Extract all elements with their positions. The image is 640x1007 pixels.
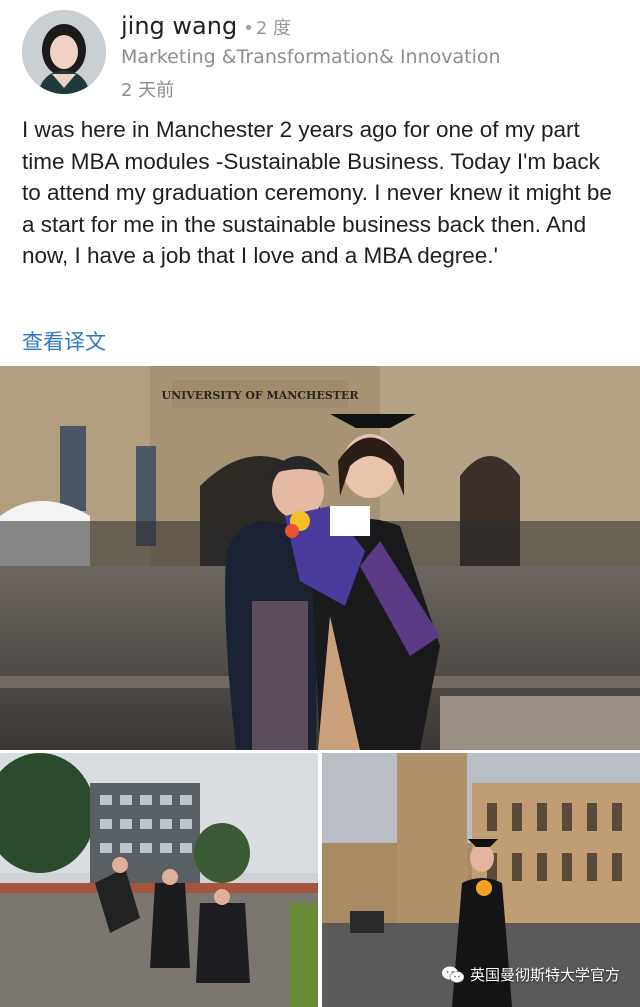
see-translation-link[interactable]: 查看译文 bbox=[22, 326, 106, 356]
connection-degree: 2 度 bbox=[255, 18, 292, 39]
post-header: jing wang • 2 度 Marketing &Transformation&… bbox=[0, 0, 640, 110]
profile-headline: Marketing &Transformation& Innovation bbox=[121, 46, 501, 68]
post-text: I was here in Manchester 2 years ago for… bbox=[22, 117, 612, 268]
profile-name[interactable]: jing wang bbox=[121, 12, 237, 40]
post-timestamp: 2 天前 bbox=[121, 80, 175, 101]
avatar[interactable] bbox=[22, 10, 106, 94]
photo-graduate-building[interactable]: 英国曼彻斯特大学官方 bbox=[322, 753, 640, 1007]
photo-main-image: UNIVERSITY OF MANCHESTER bbox=[0, 366, 640, 750]
photo-bottom-left-image bbox=[0, 753, 318, 1007]
name-row: jing wang • 2 度 bbox=[121, 12, 291, 40]
separator-dot: • bbox=[243, 18, 254, 39]
watermark-text: 英国曼彻斯特大学官方 bbox=[469, 966, 620, 984]
photo-jumping-graduates[interactable] bbox=[0, 753, 318, 1007]
photo-graduation-main[interactable]: UNIVERSITY OF MANCHESTER bbox=[0, 366, 640, 750]
wechat-icon bbox=[441, 966, 464, 983]
avatar-image bbox=[22, 10, 106, 94]
watermark: 英国曼彻斯特大学官方 bbox=[441, 964, 620, 985]
university-sign-text: UNIVERSITY OF MANCHESTER bbox=[162, 389, 360, 402]
